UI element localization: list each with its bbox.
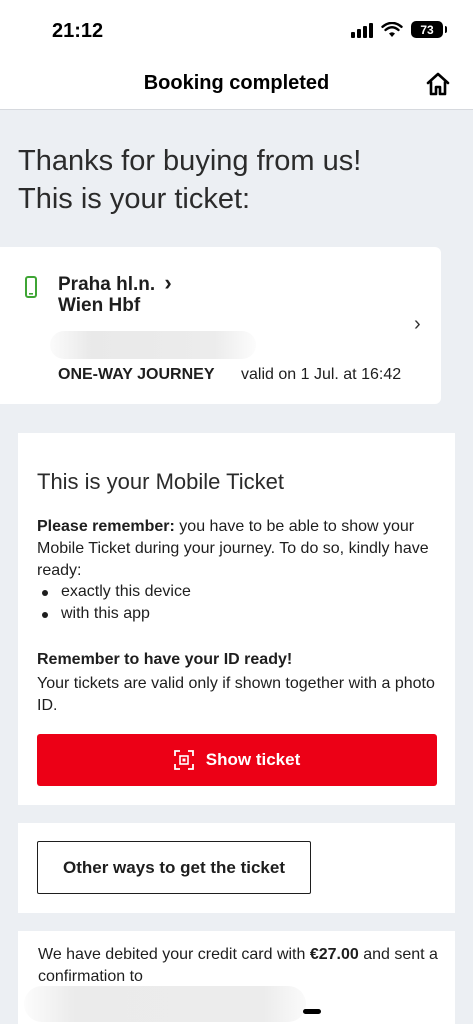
remember-label: Please remember: [37, 518, 175, 535]
home-indicator [303, 1009, 321, 1014]
phone-icon [25, 276, 37, 298]
id-reminder-text: Your tickets are valid only if shown tog… [37, 675, 435, 714]
show-ticket-button[interactable]: Show ticket [37, 734, 437, 786]
requirements-list: exactly this device with this app [37, 581, 191, 625]
status-bar: 21:12 73 [0, 0, 473, 60]
id-reminder-title: Remember to have your ID ready! [37, 651, 293, 668]
journey-type: ONE-WAY JOURNEY [58, 366, 215, 383]
home-icon[interactable] [425, 71, 451, 97]
signal-icon [351, 22, 373, 38]
mobile-ticket-title: This is your Mobile Ticket [37, 469, 284, 494]
nav-bar: Booking completed [0, 60, 473, 110]
redacted-passenger [50, 331, 256, 359]
battery-icon: 73 [411, 21, 447, 38]
confirmation-headline: Thanks for buying from us! This is your … [18, 142, 458, 218]
payment-confirmation-text: We have debited your credit card with €2… [38, 944, 448, 988]
payment-text-before: We have debited your credit card with [38, 946, 310, 963]
remember-paragraph: Please remember: you have to be able to … [37, 516, 437, 582]
wifi-icon [381, 21, 403, 37]
list-item: with this app [37, 603, 191, 625]
battery-level: 73 [420, 22, 434, 37]
payment-amount: €27.00 [309, 946, 359, 963]
ticket-origin: Praha hl.n. › [58, 270, 172, 296]
origin-station: Praha hl.n. [58, 274, 156, 295]
page-title: Booking completed [143, 72, 330, 94]
other-ways-button[interactable]: Other ways to get the ticket [37, 841, 311, 894]
redacted-email [24, 986, 306, 1022]
headline-line-2: This is your ticket: [18, 183, 251, 215]
status-time: 21:12 [52, 20, 104, 42]
list-item: exactly this device [37, 581, 191, 603]
route-arrow-icon: › [164, 270, 172, 295]
ticket-validity: valid on 1 Jul. at 16:42 [241, 366, 402, 383]
show-ticket-label: Show ticket [205, 750, 301, 769]
headline-line-1: Thanks for buying from us! [18, 145, 362, 177]
chevron-right-icon[interactable]: › [414, 313, 421, 336]
status-icons: 73 [351, 21, 447, 38]
destination-station: Wien Hbf [58, 295, 141, 316]
qr-scan-icon [173, 750, 194, 770]
